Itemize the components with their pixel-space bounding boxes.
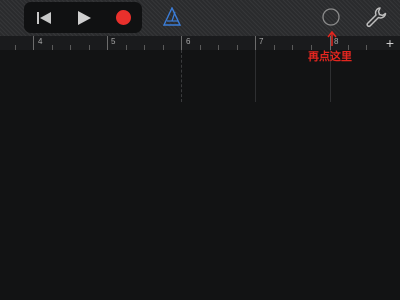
skip-back-button[interactable] xyxy=(26,2,62,33)
bar-marker-tick xyxy=(33,36,34,50)
beat-tick xyxy=(292,45,293,50)
bar-marker-label: 4 xyxy=(38,37,43,46)
beat-tick xyxy=(126,45,127,50)
wrench-icon xyxy=(366,7,387,28)
record-button[interactable] xyxy=(105,2,141,33)
beat-tick xyxy=(274,45,275,50)
bar-marker-tick xyxy=(255,36,256,50)
top-toolbar xyxy=(0,0,400,36)
bar-gridline xyxy=(255,50,256,102)
metronome-icon xyxy=(163,7,181,26)
bar-marker-tick xyxy=(181,36,182,50)
beat-tick xyxy=(15,45,16,50)
beat-tick xyxy=(237,45,238,50)
loop-circle-icon xyxy=(322,8,340,26)
bar-marker-label: 6 xyxy=(186,37,191,46)
play-button[interactable] xyxy=(66,2,102,33)
annotation-text: 再点这里 xyxy=(308,51,352,63)
beat-tick xyxy=(89,45,90,50)
beat-tick xyxy=(366,45,367,50)
play-icon xyxy=(78,10,91,25)
bar-marker-label: 7 xyxy=(259,37,264,46)
record-icon xyxy=(115,10,131,25)
bar-marker-tick xyxy=(107,36,108,50)
beat-tick xyxy=(163,45,164,50)
metronome-button[interactable] xyxy=(161,5,183,29)
beat-tick xyxy=(52,45,53,50)
add-track-button[interactable]: + xyxy=(380,36,400,50)
transport-controls xyxy=(24,2,142,33)
skip-back-icon xyxy=(37,11,51,24)
annotation-arrow-icon xyxy=(327,30,337,46)
beat-tick xyxy=(218,45,219,50)
bar-gridline xyxy=(181,50,183,102)
beat-tick xyxy=(200,45,201,50)
beat-tick xyxy=(144,45,145,50)
beat-tick xyxy=(70,45,71,50)
loop-button[interactable] xyxy=(320,6,342,28)
bar-marker-label: 5 xyxy=(111,37,116,46)
settings-button[interactable] xyxy=(364,5,388,29)
